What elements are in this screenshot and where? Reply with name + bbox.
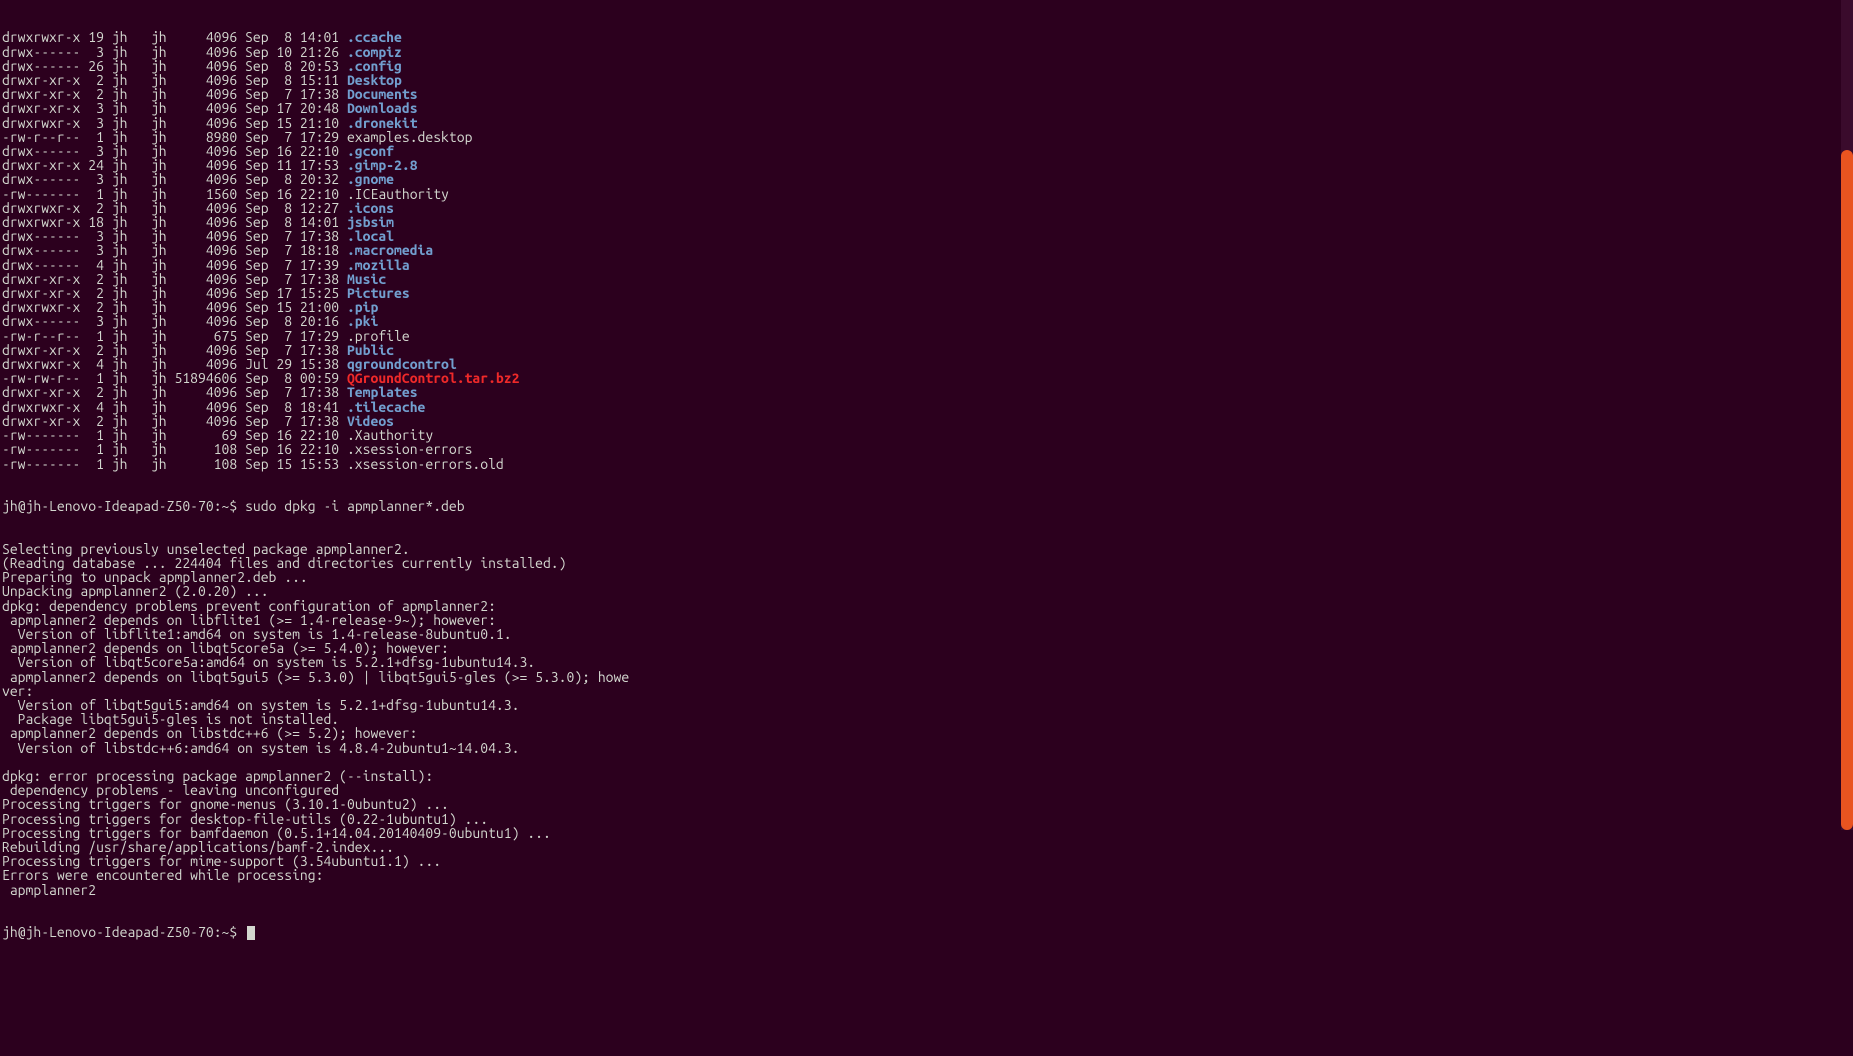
command-text: sudo dpkg -i apmplanner*.deb (245, 498, 465, 514)
cursor[interactable] (247, 926, 255, 940)
output-line: (Reading database ... 224404 files and d… (2, 556, 1853, 570)
output-line: apmplanner2 depends on libqt5gui5 (>= 5.… (2, 670, 1853, 684)
ls-row: drwxr-xr-x 2 jh jh 4096 Sep 8 15:11 Desk… (2, 73, 1853, 87)
ls-row: -rw-rw-r-- 1 jh jh 51894606 Sep 8 00:59 … (2, 371, 1853, 385)
output-line: Unpacking apmplanner2 (2.0.20) ... (2, 584, 1853, 598)
output-line: Processing triggers for gnome-menus (3.1… (2, 797, 1853, 811)
output-line: Package libqt5gui5-gles is not installed… (2, 712, 1853, 726)
ls-row: -rw------- 1 jh jh 108 Sep 16 22:10 .xse… (2, 442, 1853, 456)
ls-row: drwxr-xr-x 2 jh jh 4096 Sep 7 17:38 Vide… (2, 414, 1853, 428)
ls-row: drwxrwxr-x 19 jh jh 4096 Sep 8 14:01 .cc… (2, 30, 1853, 44)
ls-row: drwxrwxr-x 2 jh jh 4096 Sep 8 12:27 .ico… (2, 201, 1853, 215)
ls-row: drwx------ 3 jh jh 4096 Sep 10 21:26 .co… (2, 45, 1853, 59)
ls-row: drwxr-xr-x 2 jh jh 4096 Sep 7 17:38 Publ… (2, 343, 1853, 357)
dpkg-output: Selecting previously unselected package … (2, 542, 1853, 897)
prompt-line-2[interactable]: jh@jh-Lenovo-Ideapad-Z50-70:~$ (2, 925, 1853, 940)
prompt-user-host-2: jh@jh-Lenovo-Ideapad-Z50-70 (2, 924, 214, 940)
ls-row: drwxrwxr-x 18 jh jh 4096 Sep 8 14:01 jsb… (2, 215, 1853, 229)
terminal-output[interactable]: drwxrwxr-x 19 jh jh 4096 Sep 8 14:01 .cc… (0, 0, 1853, 954)
output-line: dpkg: dependency problems prevent config… (2, 599, 1853, 613)
output-line: apmplanner2 (2, 883, 1853, 897)
output-line: Version of libstdc++6:amd64 on system is… (2, 741, 1853, 755)
output-line: dpkg: error processing package apmplanne… (2, 769, 1853, 783)
scrollbar-thumb[interactable] (1841, 150, 1853, 830)
ls-row: drwxr-xr-x 3 jh jh 4096 Sep 17 20:48 Dow… (2, 101, 1853, 115)
output-line: apmplanner2 depends on libstdc++6 (>= 5.… (2, 726, 1853, 740)
ls-row: -rw------- 1 jh jh 1560 Sep 16 22:10 .IC… (2, 187, 1853, 201)
output-line: Version of libqt5core5a:amd64 on system … (2, 655, 1853, 669)
output-line: Processing triggers for desktop-file-uti… (2, 812, 1853, 826)
ls-row: drwxr-xr-x 24 jh jh 4096 Sep 11 17:53 .g… (2, 158, 1853, 172)
output-line: Preparing to unpack apmplanner2.deb ... (2, 570, 1853, 584)
output-line: Version of libqt5gui5:amd64 on system is… (2, 698, 1853, 712)
prompt-colon: : (214, 498, 222, 514)
ls-row: drwx------ 3 jh jh 4096 Sep 7 17:38 .loc… (2, 229, 1853, 243)
ls-row: drwxr-xr-x 2 jh jh 4096 Sep 7 17:38 Temp… (2, 385, 1853, 399)
output-line: Version of libflite1:amd64 on system is … (2, 627, 1853, 641)
ls-row: drwxrwxr-x 4 jh jh 4096 Jul 29 15:38 qgr… (2, 357, 1853, 371)
ls-row: drwxr-xr-x 2 jh jh 4096 Sep 7 17:38 Musi… (2, 272, 1853, 286)
ls-row: drwxr-xr-x 2 jh jh 4096 Sep 17 15:25 Pic… (2, 286, 1853, 300)
prompt-space-2 (237, 924, 245, 940)
ls-filename: .xsession-errors.old (347, 456, 504, 472)
output-line: apmplanner2 depends on libqt5core5a (>= … (2, 641, 1853, 655)
prompt-space (237, 498, 245, 514)
scrollbar-track[interactable] (1841, 0, 1853, 830)
ls-row: -rw------- 1 jh jh 108 Sep 15 15:53 .xse… (2, 457, 1853, 471)
ls-meta: -rw------- 1 jh jh 108 Sep 15 15:53 (2, 456, 347, 472)
ls-row: drwx------ 3 jh jh 4096 Sep 16 22:10 .gc… (2, 144, 1853, 158)
ls-row: drwx------ 26 jh jh 4096 Sep 8 20:53 .co… (2, 59, 1853, 73)
output-line (2, 755, 1853, 769)
output-line: apmplanner2 depends on libflite1 (>= 1.4… (2, 613, 1853, 627)
ls-row: drwxrwxr-x 4 jh jh 4096 Sep 8 18:41 .til… (2, 400, 1853, 414)
output-line: ver: (2, 684, 1853, 698)
output-line: Processing triggers for bamfdaemon (0.5.… (2, 826, 1853, 840)
ls-row: -rw-r--r-- 1 jh jh 8980 Sep 7 17:29 exam… (2, 130, 1853, 144)
ls-row: drwx------ 3 jh jh 4096 Sep 8 20:32 .gno… (2, 172, 1853, 186)
prompt-line-1: jh@jh-Lenovo-Ideapad-Z50-70:~$ sudo dpkg… (2, 499, 1853, 513)
ls-row: -rw-r--r-- 1 jh jh 675 Sep 7 17:29 .prof… (2, 329, 1853, 343)
ls-row: drwx------ 4 jh jh 4096 Sep 7 17:39 .moz… (2, 258, 1853, 272)
prompt-user-host: jh@jh-Lenovo-Ideapad-Z50-70 (2, 498, 214, 514)
prompt-colon-2: : (214, 924, 222, 940)
ls-listing: drwxrwxr-x 19 jh jh 4096 Sep 8 14:01 .cc… (2, 30, 1853, 470)
ls-row: drwxr-xr-x 2 jh jh 4096 Sep 7 17:38 Docu… (2, 87, 1853, 101)
ls-row: drwxrwxr-x 3 jh jh 4096 Sep 15 21:10 .dr… (2, 116, 1853, 130)
ls-row: -rw------- 1 jh jh 69 Sep 16 22:10 .Xaut… (2, 428, 1853, 442)
ls-row: drwxrwxr-x 2 jh jh 4096 Sep 15 21:00 .pi… (2, 300, 1853, 314)
output-line: dependency problems - leaving unconfigur… (2, 783, 1853, 797)
output-line: Errors were encountered while processing… (2, 868, 1853, 882)
output-line: Processing triggers for mime-support (3.… (2, 854, 1853, 868)
ls-row: drwx------ 3 jh jh 4096 Sep 7 18:18 .mac… (2, 243, 1853, 257)
ls-row: drwx------ 3 jh jh 4096 Sep 8 20:16 .pki (2, 314, 1853, 328)
output-line: Selecting previously unselected package … (2, 542, 1853, 556)
output-line: Rebuilding /usr/share/applications/bamf-… (2, 840, 1853, 854)
